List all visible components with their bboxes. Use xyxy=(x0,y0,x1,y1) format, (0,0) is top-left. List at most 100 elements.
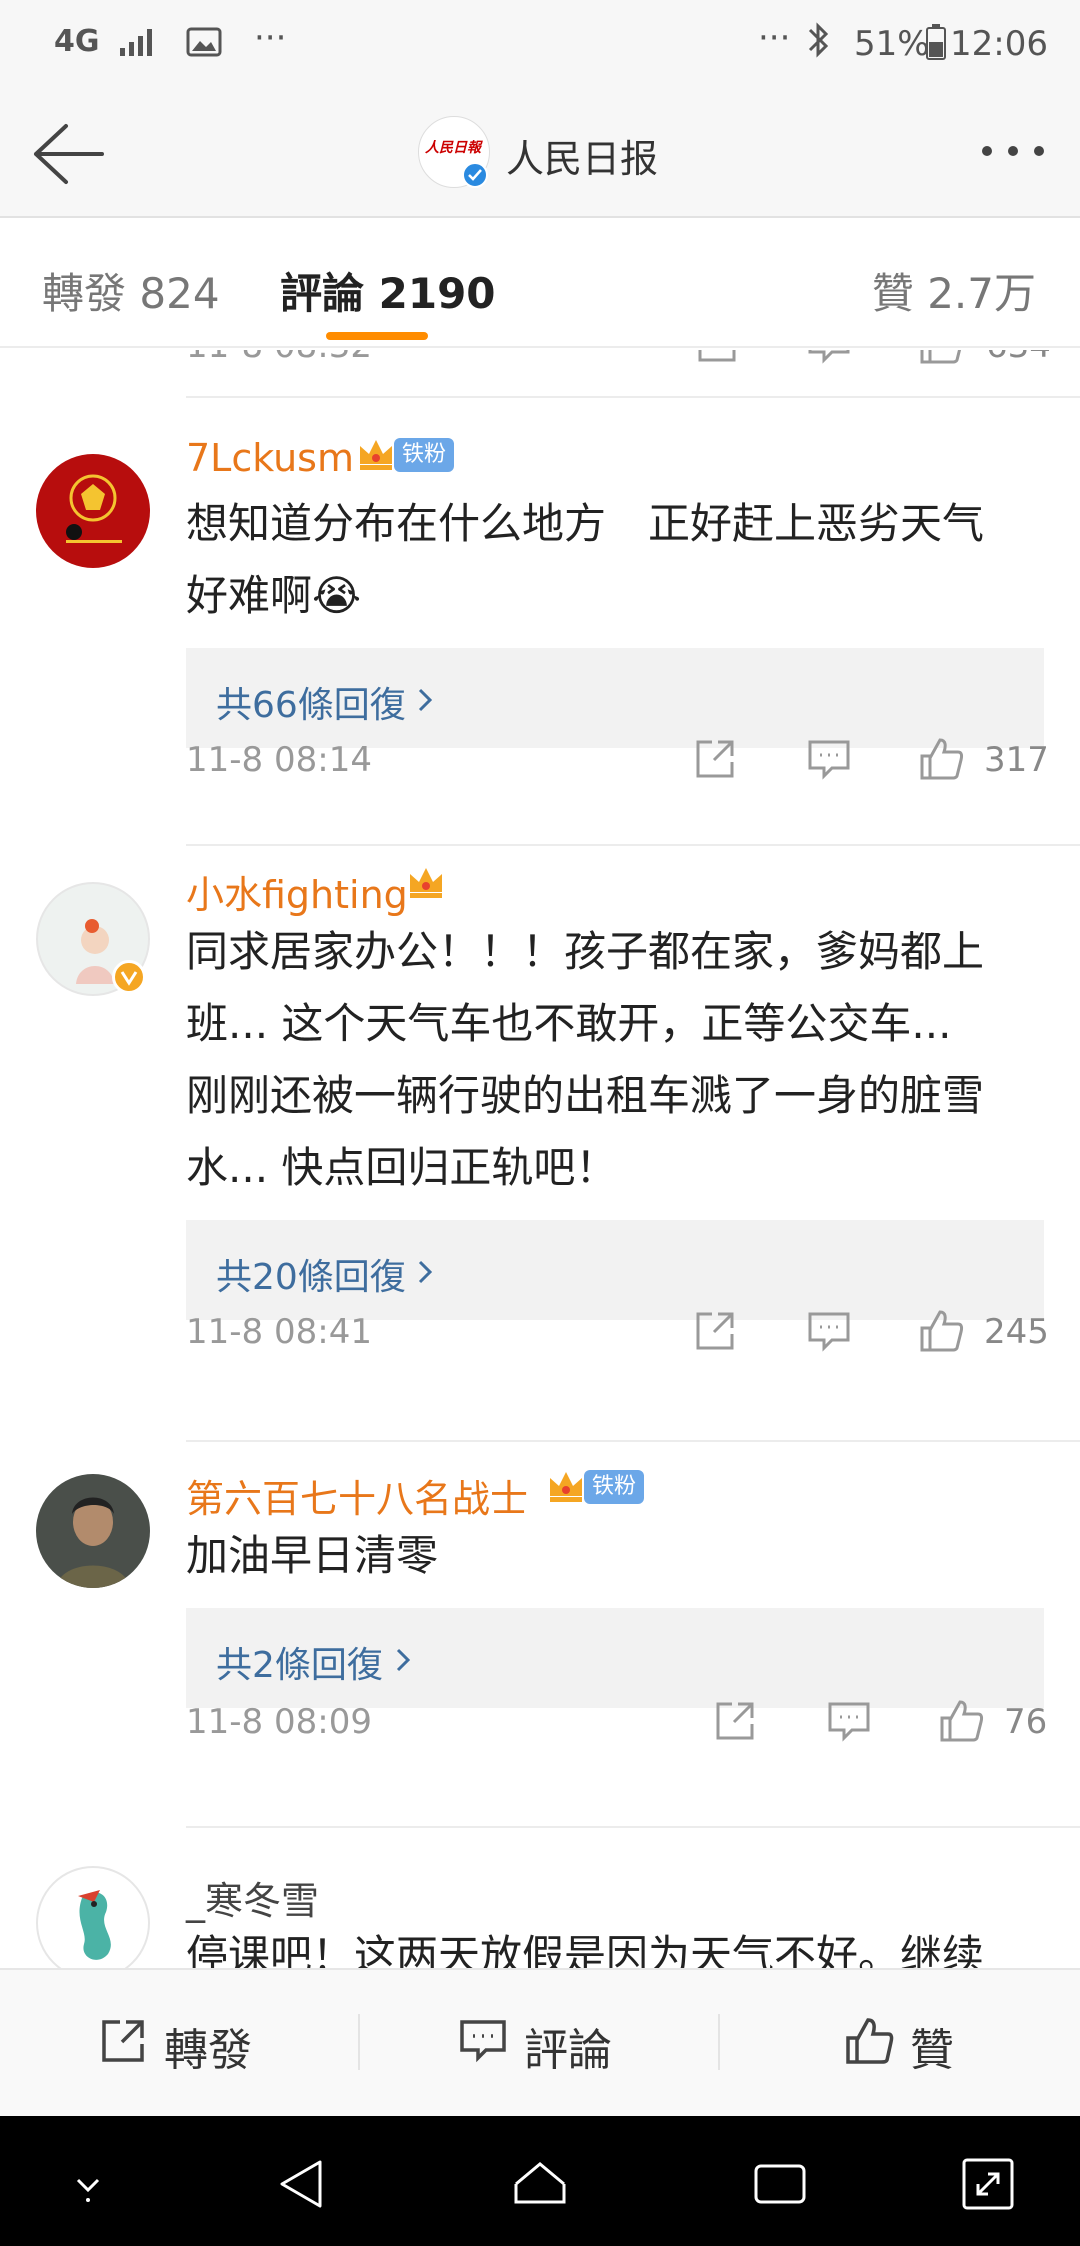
share-icon xyxy=(102,2020,144,2062)
signal-icon xyxy=(120,26,160,67)
username[interactable]: 7Lckusm xyxy=(186,436,354,480)
like-button[interactable]: 贊 xyxy=(844,2010,1044,2076)
replies-button[interactable]: 共2條回復 xyxy=(186,1608,1044,1708)
clock: 12:06 xyxy=(950,24,1048,64)
comment-item: 7Lckusm 铁粉 想知道分布在什么地方 正好赶上恶劣天气 好难啊😭 共66條… xyxy=(0,396,1080,830)
back-button[interactable] xyxy=(28,118,108,188)
repost-label: 轉發 xyxy=(164,2025,252,2076)
tab-label: 贊 xyxy=(871,269,914,318)
thumbs-up-icon xyxy=(846,2018,894,2064)
divider xyxy=(358,2014,360,2070)
comment-button[interactable]: 評論 xyxy=(458,2010,658,2076)
comment-icon[interactable] xyxy=(826,1698,872,1744)
comment-line: 想知道分布在什么地方 正好赶上恶劣天气 xyxy=(186,499,985,548)
battery-icon xyxy=(926,24,946,69)
comment-icon[interactable] xyxy=(806,350,852,366)
comment-text: 想知道分布在什么地方 正好赶上恶劣天气 好难啊😭 xyxy=(186,488,1046,632)
comment-icon xyxy=(460,2020,506,2063)
username[interactable]: 小水fighting xyxy=(186,864,408,919)
team-crest-icon xyxy=(66,474,122,543)
comment-label: 評論 xyxy=(524,2025,612,2076)
replies-label: 共66條回復 xyxy=(216,685,406,726)
comment-line: 刚刚还被一辆行驶的出租车溅了一身的脏雪 xyxy=(186,1071,985,1120)
tab-label: 轉發 xyxy=(42,269,127,318)
thumbs-up-icon[interactable] xyxy=(938,1698,984,1744)
tab-repost[interactable]: 轉發 824 xyxy=(42,260,220,321)
recent-apps-icon[interactable] xyxy=(750,2154,810,2214)
active-tab-indicator xyxy=(326,332,428,340)
verified-icon xyxy=(462,162,488,188)
tab-likes[interactable]: 贊 2.7万 xyxy=(872,260,1036,321)
comment-line: 停课吧！这两天放假是因为天气不好。继续 xyxy=(186,1931,985,1968)
page-title[interactable]: 人民日报 xyxy=(506,128,658,183)
chevron-right-icon xyxy=(396,1648,410,1672)
comment-item: _寒冬雪 停课吧！这两天放假是因为天气不好。继续 xyxy=(0,1826,1080,1968)
comment-feed[interactable]: 11-8 08:32 634 7Lckusm 铁粉 想知道分布在什么地方 正好赶… xyxy=(0,350,1080,1968)
comment-line: 加油早日清零 xyxy=(186,1531,439,1580)
comment-time: 11-8 08:41 xyxy=(186,1312,372,1352)
app-header: 人民日報 人民日报 xyxy=(0,90,1080,218)
home-icon[interactable] xyxy=(510,2154,570,2214)
comment-text: 加油早日清零 xyxy=(186,1520,1046,1592)
bottom-action-bar: 轉發 評論 贊 xyxy=(0,1968,1080,2116)
like-count: 76 xyxy=(1004,1702,1048,1742)
thumbs-up-icon[interactable] xyxy=(918,1308,964,1354)
username[interactable]: 第六百七十八名战士 xyxy=(186,1468,528,1523)
crown-icon xyxy=(410,868,442,898)
comment-line: 好难啊😭 xyxy=(186,571,362,620)
logo-text: 人民日報 xyxy=(425,140,481,156)
comment-icon[interactable] xyxy=(806,1308,852,1354)
more-dots-icon xyxy=(982,146,992,156)
rotate-screen-icon[interactable] xyxy=(958,2154,1018,2214)
more-button[interactable] xyxy=(978,138,1048,168)
comment-text: 停课吧！这两天放假是因为天气不好。继续 xyxy=(186,1920,1046,1968)
comment-text: 同求居家办公！！！孩子都在家，爹妈都上 班... 这个天气车也不敢开，正等公交车… xyxy=(186,916,1046,1204)
more-dots-icon xyxy=(1008,146,1018,156)
share-icon[interactable] xyxy=(712,1698,758,1744)
like-count: 634 xyxy=(986,350,1051,366)
share-icon[interactable] xyxy=(692,736,738,782)
tab-bar: 轉發 824 評論 2190 贊 2.7万 xyxy=(0,218,1080,348)
replies-label: 共2條回復 xyxy=(216,1645,383,1686)
avatar[interactable] xyxy=(36,1474,150,1588)
more-dots-icon: ··· xyxy=(254,18,287,58)
comment-item: 小水fighting 同求居家办公！！！孩子都在家，爹妈都上 班... 这个天气… xyxy=(0,844,1080,1440)
partial-comment-meta: 11-8 08:32 634 xyxy=(186,350,1066,374)
repost-button[interactable]: 轉發 xyxy=(98,2010,298,2076)
tab-label: 評論 xyxy=(280,269,365,318)
avatar[interactable] xyxy=(36,454,150,568)
tab-comments[interactable]: 評論 2190 xyxy=(280,260,496,321)
replies-button[interactable]: 共20條回復 xyxy=(186,1220,1044,1320)
comment-line: 班... 这个天气车也不敢开，正等公交车... xyxy=(186,999,952,1048)
comment-time: 11-8 08:09 xyxy=(186,1702,372,1742)
crown-icon xyxy=(550,1472,582,1502)
replies-button[interactable]: 共66條回復 xyxy=(186,648,1044,748)
chevron-right-icon xyxy=(418,688,432,712)
bluetooth-icon xyxy=(806,20,832,69)
avatar-photo xyxy=(56,1497,130,1588)
username[interactable]: _寒冬雪 xyxy=(186,1870,319,1925)
replies-label: 共20條回復 xyxy=(216,1257,406,1298)
network-indicator: 4G xyxy=(54,24,100,59)
comment-item: 第六百七十八名战士 铁粉 加油早日清零 共2條回復 11-8 08:09 76 xyxy=(0,1440,1080,1826)
battery-percent: 51% xyxy=(854,24,930,64)
comment-line: 同求居家办公！！！孩子都在家，爹妈都上 xyxy=(186,927,985,976)
avatar[interactable] xyxy=(36,1866,150,1968)
like-count: 245 xyxy=(984,1312,1049,1352)
comment-icon[interactable] xyxy=(806,736,852,782)
verified-icon xyxy=(112,960,146,994)
back-triangle-icon[interactable] xyxy=(272,2154,332,2214)
like-count: 317 xyxy=(984,740,1049,780)
thumbs-up-icon[interactable] xyxy=(918,350,964,366)
share-icon[interactable] xyxy=(694,350,740,366)
image-icon xyxy=(186,26,222,66)
thumbs-up-icon[interactable] xyxy=(918,736,964,782)
share-icon[interactable] xyxy=(692,1308,738,1354)
crown-icon xyxy=(360,440,392,470)
hide-keyboard-icon[interactable] xyxy=(58,2154,118,2214)
fan-badge: 铁粉 xyxy=(394,438,455,472)
comment-time: 11-8 08:14 xyxy=(186,740,372,780)
more-dots-icon: ··· xyxy=(758,18,791,58)
tab-count: 824 xyxy=(139,269,220,318)
chevron-right-icon xyxy=(418,1260,432,1284)
